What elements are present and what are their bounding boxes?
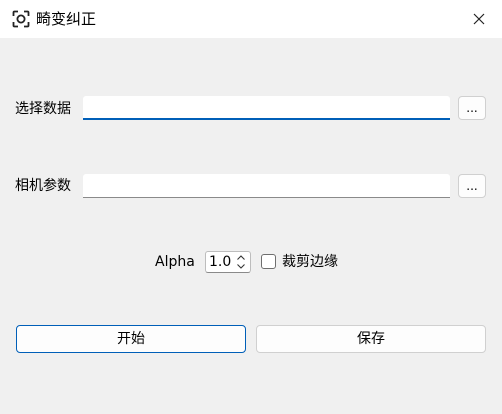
title-bar: 畸变纠正 — [0, 0, 502, 38]
crop-edges-label: 裁剪边缘 — [282, 254, 338, 270]
camera-params-input[interactable] — [83, 174, 450, 198]
alpha-label: Alpha — [155, 254, 195, 270]
browse-data-button[interactable]: ... — [458, 96, 486, 120]
select-data-label: 选择数据 — [15, 101, 71, 117]
chevron-down-icon — [237, 264, 245, 269]
alpha-value: 1.0 — [209, 254, 232, 270]
start-button[interactable]: 开始 — [16, 325, 246, 353]
window-title: 畸变纠正 — [36, 10, 97, 28]
alpha-spinbox[interactable]: 1.0 — [205, 251, 251, 273]
spin-up-button[interactable] — [234, 253, 248, 262]
crop-edges-checkbox[interactable] — [261, 254, 276, 269]
browse-camera-button[interactable]: ... — [458, 174, 486, 198]
camera-capture-icon — [12, 10, 30, 28]
chevron-up-icon — [237, 255, 245, 260]
save-button[interactable]: 保存 — [256, 325, 486, 353]
close-icon — [473, 13, 485, 25]
camera-params-label: 相机参数 — [15, 178, 71, 194]
data-path-input[interactable] — [83, 96, 450, 120]
close-button[interactable] — [456, 0, 502, 38]
spin-down-button[interactable] — [234, 262, 248, 271]
